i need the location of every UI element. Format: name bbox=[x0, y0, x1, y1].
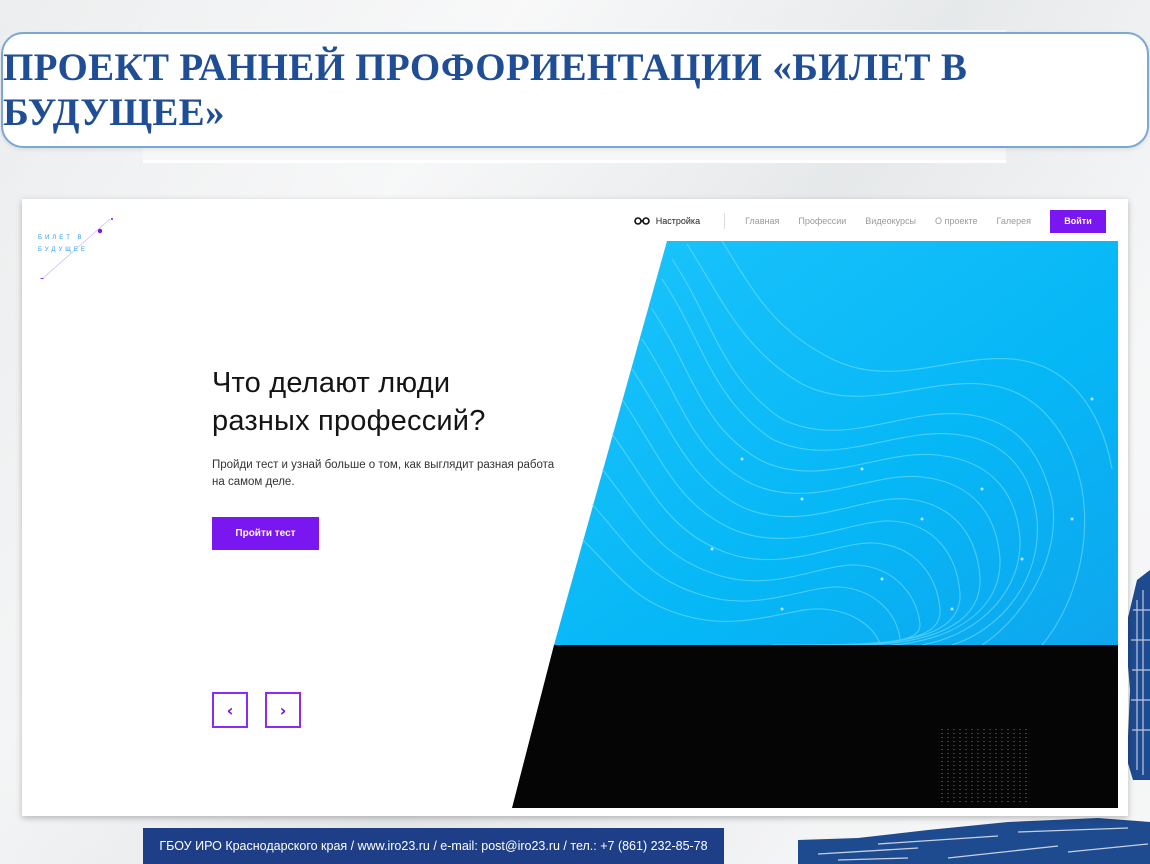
nav-link-about[interactable]: О проекте bbox=[935, 216, 977, 226]
nav-link-professions[interactable]: Профессии bbox=[798, 216, 846, 226]
prev-slide-button[interactable]: ‹ bbox=[212, 692, 248, 728]
nav-link-videocourses[interactable]: Видеокурсы bbox=[865, 216, 916, 226]
logo-line-2: БУДУЩЕЕ bbox=[38, 247, 88, 253]
settings-button[interactable]: Настройка bbox=[633, 216, 701, 226]
website-screenshot: БИЛЕТ В БУДУЩЕЕ Настройка Главная Профес… bbox=[22, 199, 1128, 816]
hero-subtext: Пройди тест и узнай больше о том, как вы… bbox=[212, 459, 555, 488]
chevron-left-icon: ‹ bbox=[226, 700, 234, 720]
logo-line-1: БИЛЕТ В bbox=[38, 235, 85, 241]
dot-grid bbox=[940, 727, 1026, 805]
site-logo[interactable]: БИЛЕТ В БУДУЩЕЕ bbox=[36, 209, 126, 279]
settings-label: Настройка bbox=[655, 216, 701, 226]
slide-title: ПРОЕКТ РАННЕЙ ПРОФОРИЕНТАЦИИ «БИЛЕТ В БУ… bbox=[3, 46, 968, 134]
hero-heading-line-2: разных профессий? bbox=[212, 405, 486, 437]
next-slide-button[interactable]: › bbox=[265, 692, 301, 728]
take-test-button[interactable]: Пройти тест bbox=[212, 517, 319, 550]
logo-graphic bbox=[40, 218, 113, 279]
nav-divider bbox=[724, 213, 726, 229]
glasses-icon bbox=[633, 217, 650, 225]
hero-heading: Что делают люди разных профессий? bbox=[212, 364, 542, 440]
footer-contact-bar: ГБОУ ИРО Краснодарского края / www.iro23… bbox=[143, 828, 724, 864]
nav-link-gallery[interactable]: Галерея bbox=[996, 216, 1031, 226]
login-button[interactable]: Войти bbox=[1050, 209, 1106, 233]
title-banner: ПРОЕКТ РАННЕЙ ПРОФОРИЕНТАЦИИ «БИЛЕТ В БУ… bbox=[1, 32, 1149, 148]
nav-link-home[interactable]: Главная bbox=[745, 216, 779, 226]
hero-artwork bbox=[512, 240, 1118, 808]
chevron-right-icon: › bbox=[279, 700, 287, 720]
hero-heading-line-1: Что делают люди bbox=[212, 367, 451, 399]
top-navigation: Настройка Главная Профессии Видеокурсы О… bbox=[633, 209, 1106, 233]
